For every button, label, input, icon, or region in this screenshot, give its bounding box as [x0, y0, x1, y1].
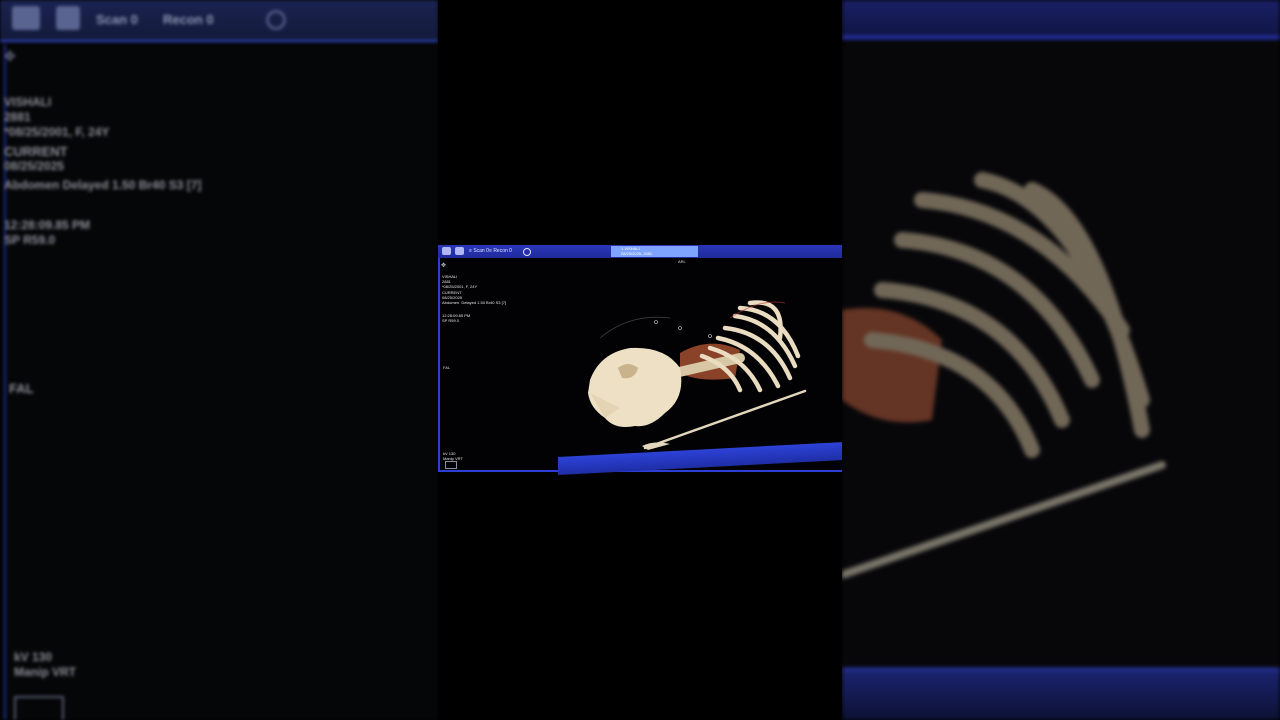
bg-toolbar: Scan 0 Recon 0: [0, 0, 438, 42]
bg-kv: kV 130: [14, 650, 53, 664]
bg-recon-label: Recon 0: [163, 12, 214, 27]
volume-rendering: [588, 300, 807, 450]
scan-label: Scan 0: [473, 248, 489, 254]
bg-patient-name: VISHALI: [4, 95, 52, 109]
recon-button[interactable]: ≡ Recon 0: [489, 246, 512, 257]
bg-mode: Manip VRT: [14, 665, 76, 679]
bg-study-date: 08/25/2025: [4, 159, 65, 173]
bg-patient-browser-icon: [12, 6, 40, 30]
ct-workstation-screen: ≡ Scan 0 ≡ Recon 0 1 VISHALI 08/25/2025,…: [438, 245, 842, 475]
bg-move-arrows-icon: ✥: [4, 48, 16, 64]
bg-scan-label: Scan 0: [96, 12, 138, 27]
search-icon[interactable]: [523, 248, 531, 256]
bg-ribcage-render: [842, 172, 1166, 579]
bg-orient-left: FAL: [9, 381, 34, 396]
bg-patient-id: 2881: [4, 110, 31, 124]
video-frame: ≡ Scan 0 ≡ Recon 0 1 VISHALI 08/25/2025,…: [438, 0, 842, 720]
bg-patient-register-icon: [56, 6, 80, 30]
3d-viewport[interactable]: ✥ VISHALI 2881 *08/25/2001, F, 24Y CURRE…: [438, 258, 842, 472]
bg-right-bottombar: [842, 668, 1280, 720]
patient-register-icon[interactable]: [455, 247, 464, 255]
bg-status: CURRENT: [4, 144, 68, 159]
bg-patient-dob: *08/25/2001, F, 24Y: [4, 125, 110, 139]
bg-time: 12:28:09.85 PM: [4, 218, 91, 232]
scan-button[interactable]: ≡ Scan 0: [469, 246, 489, 257]
bg-layout-icon: [14, 696, 64, 720]
bg-series: Abdomen Delayed 1.50 Br40 S3 [7]: [4, 178, 202, 192]
recon-label: Recon 0: [493, 248, 512, 254]
series-tab-selected[interactable]: 1 VISHALI 08/25/2025, 2881: [611, 246, 698, 257]
main-toolbar: ≡ Scan 0 ≡ Recon 0 1 VISHALI 08/25/2025,…: [438, 245, 842, 258]
patient-browser-icon[interactable]: [442, 247, 451, 255]
bg-position: SP R59.0: [4, 233, 56, 247]
bg-search-icon: [266, 10, 286, 30]
series-tab-line2: 08/25/2025, 2881: [621, 251, 653, 256]
background-right-blur: [842, 0, 1280, 720]
background-left-blur: Scan 0 Recon 0 ✥ VISHALI 2881 *08/25/200…: [0, 0, 438, 720]
